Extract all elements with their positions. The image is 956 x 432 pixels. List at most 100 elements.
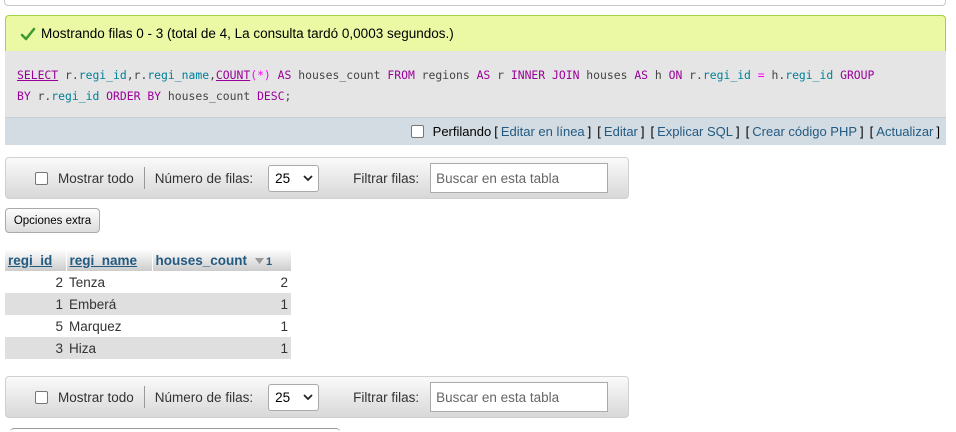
sql-token: regi_id (702, 68, 751, 82)
cell-regi-id[interactable]: 3 (5, 337, 66, 359)
column-header-label[interactable]: houses_count (156, 253, 248, 268)
cell-regi-id[interactable]: 2 (5, 271, 66, 293)
explain-sql-link[interactable]: Explicar SQL (657, 124, 733, 139)
rows-select[interactable]: 25 (268, 164, 320, 192)
sql-token: GROUP (833, 68, 875, 82)
previous-panel-border (4, 0, 946, 6)
bracket-close: ] (860, 124, 864, 139)
sql-token: = (750, 68, 772, 82)
sql-token: FROM (387, 68, 415, 82)
chevron-down-icon (303, 393, 313, 400)
show-all-checkbox[interactable] (35, 390, 48, 404)
sql-token: ,r. (126, 68, 148, 82)
sql-query[interactable]: SELECT r.regi_id,r.regi_name,COUNT(*) AS… (5, 51, 946, 117)
bracket-open: [ (494, 124, 498, 139)
rows-select[interactable]: 25 (268, 383, 320, 411)
show-all-label: Mostrar todo (58, 389, 134, 405)
sql-token: regi_id (78, 68, 127, 82)
divider (143, 386, 145, 408)
column-header-regi-name[interactable]: regi_name (66, 249, 153, 271)
navigation-bar-bottom: Mostrar todo Número de filas: 25 Filtrar… (5, 376, 629, 418)
refresh-link[interactable]: Actualizar (876, 124, 933, 139)
sql-token: h (648, 68, 669, 82)
table-row: 2 Tenza 2 (5, 271, 291, 293)
bracket-close: ] (736, 124, 740, 139)
sql-token[interactable]: COUNT (216, 68, 250, 82)
sql-token: r (490, 68, 511, 82)
sql-token: AS (634, 68, 649, 82)
query-toolbar: Perfilando [ Editar en línea ] [ Editar … (5, 117, 946, 145)
sort-descending-icon[interactable] (255, 257, 265, 264)
cell-houses-count[interactable]: 1 (152, 293, 291, 315)
sql-token: DESC (257, 89, 285, 103)
cell-houses-count[interactable]: 1 (152, 337, 291, 359)
sql-token: ON (668, 68, 683, 82)
rows-select-value: 25 (275, 170, 291, 186)
filter-search-input[interactable] (430, 163, 609, 193)
column-header-houses-count[interactable]: houses_count 1 (152, 249, 292, 271)
column-header-regi-id[interactable]: regi_id (5, 249, 67, 271)
divider (143, 167, 145, 189)
sql-token: (*) (250, 68, 271, 82)
cell-houses-count[interactable]: 1 (152, 315, 291, 337)
sql-token: regions (414, 68, 477, 82)
column-header-label[interactable]: regi_id (8, 253, 52, 268)
sql-token: ORDER BY (99, 89, 162, 103)
bracket-close: ] (587, 124, 592, 139)
sql-token: r. (682, 68, 703, 82)
sql-token: BY (17, 89, 31, 103)
sql-token: houses_count (298, 68, 388, 82)
cell-regi-id[interactable]: 1 (5, 293, 66, 315)
bracket-open: [ (650, 124, 655, 139)
sql-token: houses_count (161, 89, 258, 103)
success-message: Mostrando filas 0 - 3 (total de 4, La co… (5, 15, 946, 51)
checkmark-icon (20, 27, 36, 40)
filter-label: Filtrar filas: (353, 170, 420, 186)
profiling-label: Perfilando (432, 124, 492, 139)
cell-regi-name[interactable]: Emberá (66, 293, 152, 315)
sql-token: r. (58, 68, 79, 82)
sort-order-number: 1 (266, 255, 273, 268)
sql-token: h. (771, 68, 786, 82)
sql-token: AS (476, 68, 491, 82)
navigation-bar-top: Mostrar todo Número de filas: 25 Filtrar… (5, 157, 629, 199)
cell-regi-id[interactable]: 5 (5, 315, 66, 337)
rows-label: Número de filas: (154, 170, 254, 186)
results-table: regi_id regi_name houses_count 1 2 Tenza … (5, 249, 292, 359)
edit-inline-link[interactable]: Editar en línea (501, 124, 585, 139)
chevron-down-icon (303, 174, 313, 181)
cell-regi-name[interactable]: Marquez (66, 315, 152, 337)
sql-token: houses (579, 68, 635, 82)
filter-search-input[interactable] (430, 382, 609, 412)
cell-regi-name[interactable]: Tenza (66, 271, 152, 293)
sql-token[interactable]: SELECT (17, 68, 58, 82)
bracket-open: [ (869, 124, 874, 139)
cell-regi-name[interactable]: Hiza (66, 337, 152, 359)
next-panel-border (10, 428, 340, 432)
show-all-checkbox[interactable] (35, 171, 48, 185)
success-message-text: Mostrando filas 0 - 3 (total de 4, La co… (41, 26, 454, 41)
table-row: 3 Hiza 1 (5, 337, 291, 359)
sql-token: regi_name (147, 68, 210, 82)
extra-options-button[interactable]: Opciones extra (5, 208, 100, 233)
profiling-checkbox[interactable] (410, 125, 424, 138)
cell-houses-count[interactable]: 2 (152, 271, 291, 293)
show-all-label: Mostrar todo (58, 170, 134, 186)
rows-select-value: 25 (275, 389, 291, 405)
sql-token: INNER JOIN (510, 68, 580, 82)
table-row: 5 Marquez 1 (5, 315, 291, 337)
edit-link[interactable]: Editar (604, 124, 638, 139)
bracket-open: [ (597, 124, 601, 139)
sql-token: AS (270, 68, 299, 82)
sql-token: , (209, 68, 216, 82)
sql-token: ; (284, 89, 292, 103)
bracket-close: ] (936, 124, 940, 139)
table-row: 1 Emberá 1 (5, 293, 291, 315)
sql-token: regi_id (51, 89, 100, 103)
sql-token: regi_id (785, 68, 834, 82)
rows-label: Número de filas: (154, 389, 254, 405)
bracket-close: ] (640, 124, 645, 139)
create-php-link[interactable]: Crear código PHP (752, 124, 857, 139)
bracket-open: [ (745, 124, 750, 139)
column-header-label[interactable]: regi_name (70, 253, 138, 268)
